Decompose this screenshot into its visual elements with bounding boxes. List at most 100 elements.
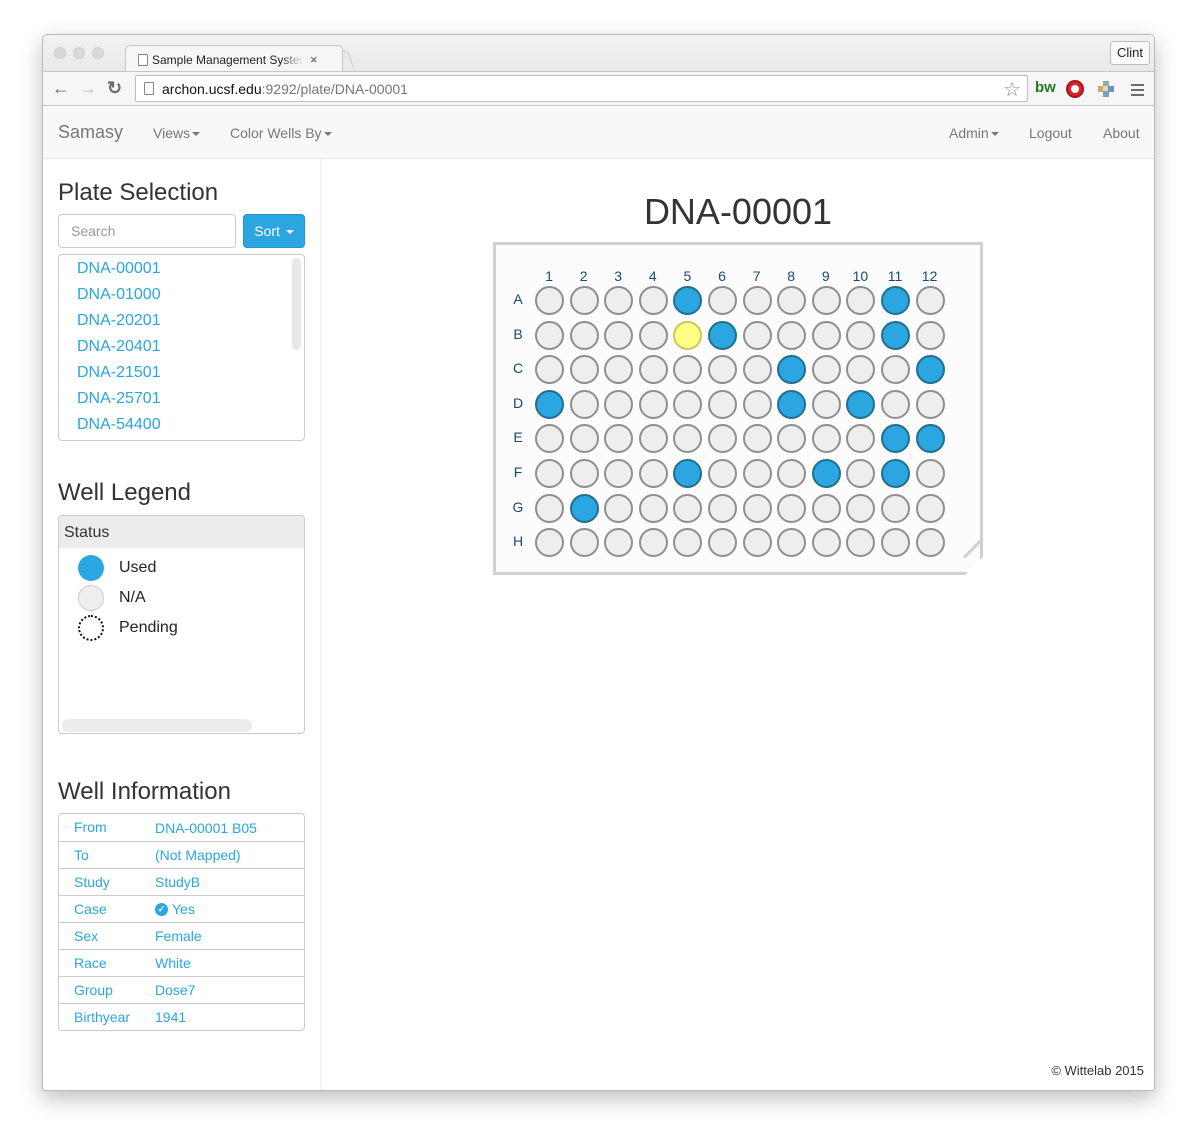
- well-E04[interactable]: [639, 424, 668, 453]
- well-D11[interactable]: [881, 390, 910, 419]
- well-H07[interactable]: [743, 528, 772, 557]
- nav-views-dropdown[interactable]: Views: [153, 125, 201, 141]
- well-H04[interactable]: [639, 528, 668, 557]
- well-E01[interactable]: [535, 424, 564, 453]
- well-C10[interactable]: [846, 355, 875, 384]
- well-E05[interactable]: [673, 424, 702, 453]
- well-H08[interactable]: [777, 528, 806, 557]
- well-D09[interactable]: [812, 390, 841, 419]
- maximize-window-button[interactable]: [92, 47, 104, 59]
- back-arrow-icon[interactable]: ←: [52, 78, 70, 98]
- well-F11[interactable]: [881, 459, 910, 488]
- well-C11[interactable]: [881, 355, 910, 384]
- well-E07[interactable]: [743, 424, 772, 453]
- well-D12[interactable]: [916, 390, 945, 419]
- well-C01[interactable]: [535, 355, 564, 384]
- well-G05[interactable]: [673, 494, 702, 523]
- well-H02[interactable]: [570, 528, 599, 557]
- well-D03[interactable]: [604, 390, 633, 419]
- nav-about-link[interactable]: About: [1103, 125, 1140, 141]
- profile-button[interactable]: Clint: [1109, 41, 1150, 65]
- well-G06[interactable]: [708, 494, 737, 523]
- well-C05[interactable]: [673, 355, 702, 384]
- well-C07[interactable]: [743, 355, 772, 384]
- well-B10[interactable]: [846, 321, 875, 350]
- address-bar[interactable]: archon.ucsf.edu:9292/plate/DNA-00001 ☆: [135, 75, 1028, 102]
- bw-extension-icon[interactable]: bw: [1035, 79, 1056, 96]
- plate-search-input[interactable]: [58, 214, 236, 248]
- well-A05[interactable]: [673, 286, 702, 315]
- well-E09[interactable]: [812, 424, 841, 453]
- nav-color-wells-by-dropdown[interactable]: Color Wells By: [230, 125, 332, 141]
- well-D04[interactable]: [639, 390, 668, 419]
- well-D02[interactable]: [570, 390, 599, 419]
- well-F06[interactable]: [708, 459, 737, 488]
- well-C09[interactable]: [812, 355, 841, 384]
- well-F07[interactable]: [743, 459, 772, 488]
- plate-list-item[interactable]: DNA-01000: [59, 285, 304, 311]
- well-F05[interactable]: [673, 459, 702, 488]
- well-G10[interactable]: [846, 494, 875, 523]
- plate-list-scrollbar[interactable]: [292, 258, 301, 350]
- well-A04[interactable]: [639, 286, 668, 315]
- well-B02[interactable]: [570, 321, 599, 350]
- brand-logo[interactable]: Samasy: [58, 122, 123, 143]
- well-B08[interactable]: [777, 321, 806, 350]
- nav-admin-dropdown[interactable]: Admin: [949, 125, 999, 141]
- well-C04[interactable]: [639, 355, 668, 384]
- plate-list-item[interactable]: DNA-20201: [59, 311, 304, 337]
- well-C02[interactable]: [570, 355, 599, 384]
- well-E06[interactable]: [708, 424, 737, 453]
- well-D05[interactable]: [673, 390, 702, 419]
- adblock-stop-icon[interactable]: [1066, 80, 1084, 98]
- well-E10[interactable]: [846, 424, 875, 453]
- plate-list-item[interactable]: DNA-21501: [59, 363, 304, 389]
- well-F04[interactable]: [639, 459, 668, 488]
- well-A11[interactable]: [881, 286, 910, 315]
- well-A08[interactable]: [777, 286, 806, 315]
- well-D01[interactable]: [535, 390, 564, 419]
- legend-horizontal-scrollbar[interactable]: [62, 719, 252, 732]
- well-G03[interactable]: [604, 494, 633, 523]
- well-A01[interactable]: [535, 286, 564, 315]
- well-D07[interactable]: [743, 390, 772, 419]
- well-D08[interactable]: [777, 390, 806, 419]
- well-B09[interactable]: [812, 321, 841, 350]
- well-H11[interactable]: [881, 528, 910, 557]
- well-E03[interactable]: [604, 424, 633, 453]
- well-H10[interactable]: [846, 528, 875, 557]
- well-A07[interactable]: [743, 286, 772, 315]
- well-B05[interactable]: [673, 321, 702, 350]
- well-B07[interactable]: [743, 321, 772, 350]
- close-window-button[interactable]: [54, 47, 66, 59]
- well-F09[interactable]: [812, 459, 841, 488]
- hamburger-menu-icon[interactable]: [1131, 84, 1144, 99]
- well-E12[interactable]: [916, 424, 945, 453]
- well-G12[interactable]: [916, 494, 945, 523]
- well-F01[interactable]: [535, 459, 564, 488]
- bookmark-star-icon[interactable]: ☆: [1003, 77, 1021, 102]
- well-C08[interactable]: [777, 355, 806, 384]
- well-G04[interactable]: [639, 494, 668, 523]
- well-A02[interactable]: [570, 286, 599, 315]
- well-H05[interactable]: [673, 528, 702, 557]
- plate-list-item[interactable]: DNA-00001: [59, 259, 304, 285]
- well-B12[interactable]: [916, 321, 945, 350]
- tab-close-icon[interactable]: ×: [310, 52, 318, 67]
- plate-list-item[interactable]: DNA-25701: [59, 389, 304, 415]
- well-E02[interactable]: [570, 424, 599, 453]
- well-G09[interactable]: [812, 494, 841, 523]
- well-F02[interactable]: [570, 459, 599, 488]
- reload-icon[interactable]: ↻: [107, 78, 122, 98]
- well-H09[interactable]: [812, 528, 841, 557]
- well-C06[interactable]: [708, 355, 737, 384]
- well-B11[interactable]: [881, 321, 910, 350]
- well-C03[interactable]: [604, 355, 633, 384]
- sort-dropdown-button[interactable]: Sort: [243, 214, 305, 248]
- puzzle-extension-icon[interactable]: [1098, 81, 1114, 97]
- well-F12[interactable]: [916, 459, 945, 488]
- well-G01[interactable]: [535, 494, 564, 523]
- well-A10[interactable]: [846, 286, 875, 315]
- well-B06[interactable]: [708, 321, 737, 350]
- well-F08[interactable]: [777, 459, 806, 488]
